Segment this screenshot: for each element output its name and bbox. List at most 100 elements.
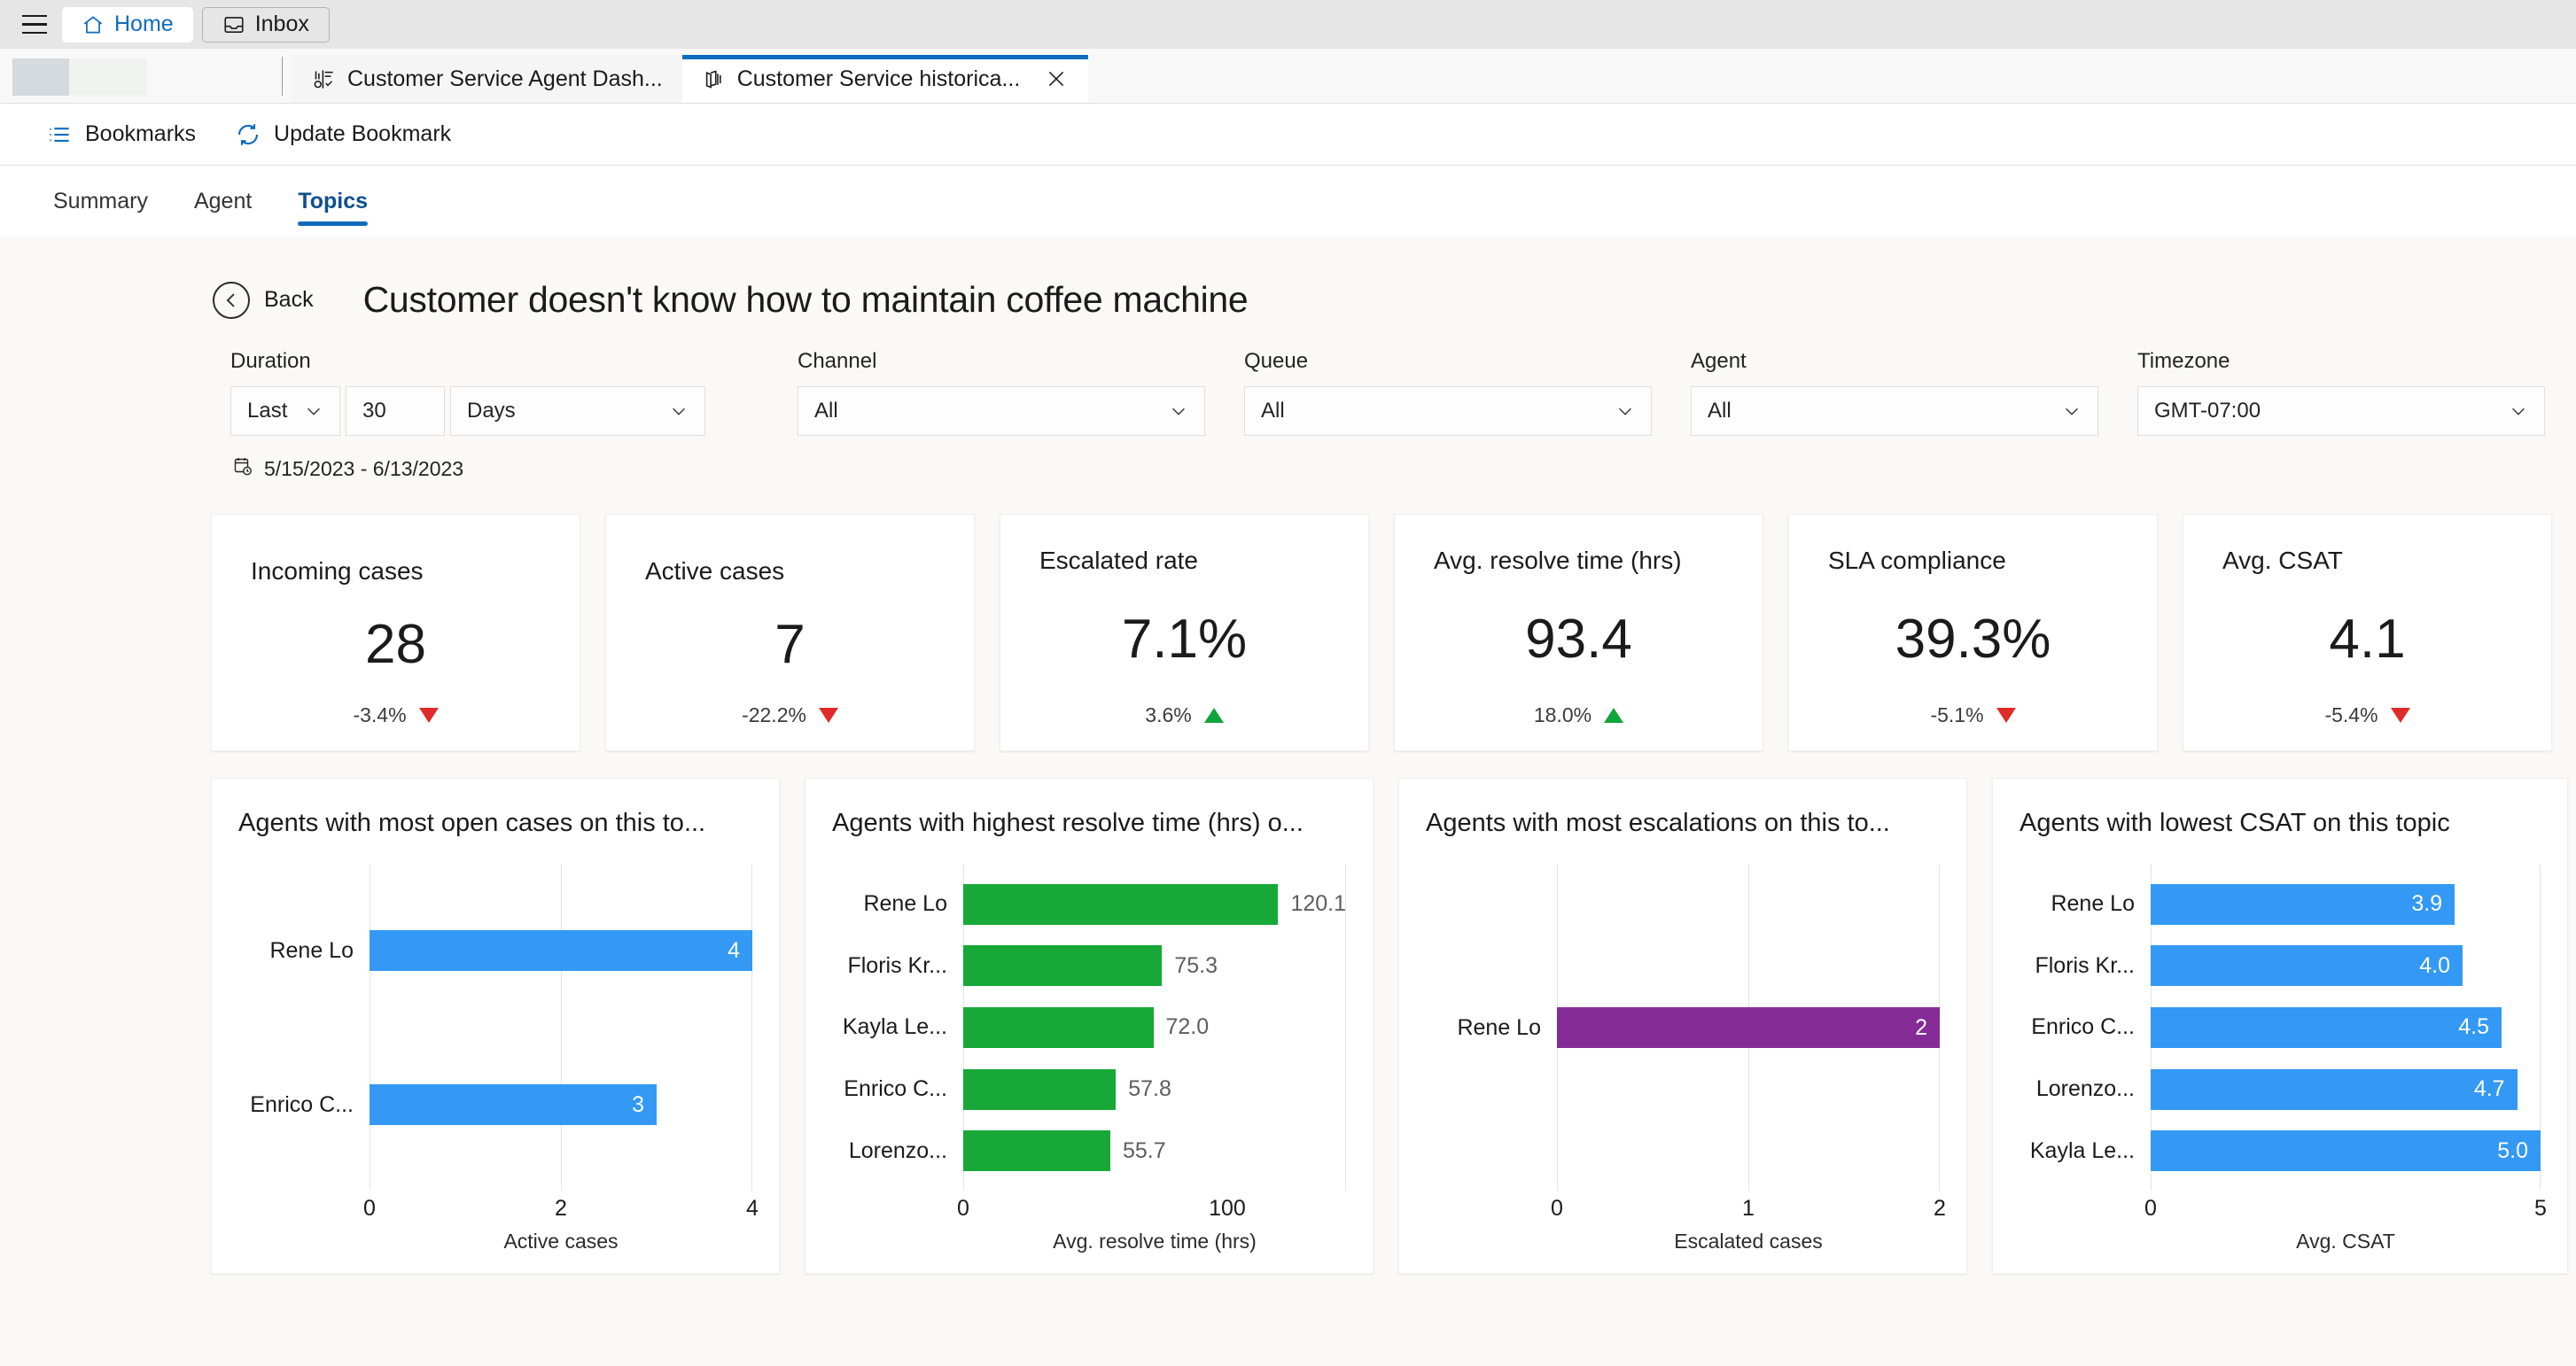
back-button[interactable]: Back bbox=[213, 281, 314, 319]
command-bar: Bookmarks Update Bookmark bbox=[0, 104, 2576, 166]
x-tick-label: 2 bbox=[1934, 1196, 1946, 1221]
duration-unit-value: Days bbox=[467, 399, 516, 423]
page-header: Back Customer doesn't know how to mainta… bbox=[0, 237, 2576, 321]
chart-title: Agents with most escalations on this to.… bbox=[1426, 809, 1890, 837]
channel-select[interactable]: All bbox=[798, 386, 1205, 436]
bar[interactable] bbox=[963, 1130, 1110, 1172]
duration-unit-select[interactable]: Days bbox=[450, 386, 705, 436]
x-axis-title: Avg. resolve time (hrs) bbox=[1053, 1230, 1257, 1253]
bar[interactable]: 4.5 bbox=[2151, 1006, 2502, 1048]
kpi-card: Avg. CSAT 4.1 -5.4% bbox=[2183, 514, 2552, 751]
refresh-icon bbox=[235, 121, 261, 148]
bars-container: 120.1 75.3 72.0 57.8 55.7 bbox=[963, 865, 1346, 1191]
nav-home-label: Home bbox=[114, 12, 174, 36]
close-icon[interactable] bbox=[1044, 66, 1069, 91]
bar-row[interactable]: 4.7 bbox=[2151, 1068, 2541, 1110]
tab-agent[interactable]: Agent bbox=[171, 166, 275, 237]
report-canvas: Back Customer doesn't know how to mainta… bbox=[0, 237, 2576, 1366]
category-label: Kayla Le... bbox=[842, 1014, 947, 1040]
bar[interactable] bbox=[963, 1068, 1117, 1110]
bar[interactable]: 3.9 bbox=[2151, 883, 2455, 925]
tab-label: Customer Service historica... bbox=[736, 66, 1021, 91]
x-axis-title: Avg. CSAT bbox=[2296, 1230, 2395, 1253]
kpi-value: 4.1 bbox=[2329, 609, 2406, 670]
bar-row[interactable]: 4.0 bbox=[2151, 945, 2541, 987]
bar[interactable]: 2 bbox=[1557, 1007, 1940, 1048]
chevron-down-icon bbox=[1619, 407, 1631, 415]
queue-select[interactable]: All bbox=[1244, 386, 1652, 436]
kpi-card: Escalated rate 7.1% 3.6% bbox=[1000, 514, 1369, 751]
bar-row[interactable]: 75.3 bbox=[963, 945, 1346, 987]
bar-row[interactable]: 72.0 bbox=[963, 1006, 1346, 1048]
timezone-select[interactable]: GMT-07:00 bbox=[2137, 386, 2545, 436]
arrow-left-circle-icon bbox=[213, 281, 250, 319]
filter-queue-label: Queue bbox=[1244, 349, 1309, 373]
bar[interactable] bbox=[963, 1006, 1154, 1048]
x-axis: 0 1 2 bbox=[1551, 1191, 1946, 1228]
filter-timezone-label: Timezone bbox=[2137, 349, 2230, 373]
bar-row[interactable]: 120.1 bbox=[963, 883, 1346, 925]
category-label: Kayla Le... bbox=[2029, 1137, 2135, 1163]
x-tick-label: 0 bbox=[957, 1196, 969, 1221]
x-tick-label: 100 bbox=[1209, 1196, 1246, 1221]
kpi-delta-value: -22.2% bbox=[742, 703, 806, 726]
kpi-title: Avg. resolve time (hrs) bbox=[1434, 547, 1682, 574]
bookmarks-button[interactable]: Bookmarks bbox=[46, 121, 196, 148]
duration-relative-select[interactable]: Last bbox=[230, 386, 340, 436]
kpi-delta: 3.6% bbox=[1039, 703, 1329, 727]
nav-home-button[interactable]: Home bbox=[62, 6, 193, 43]
channel-value: All bbox=[814, 399, 838, 423]
kpi-delta-value: 18.0% bbox=[1533, 703, 1592, 726]
bar-value-label: 3.9 bbox=[2411, 891, 2443, 917]
chevron-down-icon bbox=[2066, 407, 2078, 415]
category-label: Rene Lo bbox=[863, 891, 947, 917]
hamburger-icon[interactable] bbox=[16, 6, 53, 43]
x-axis-ticks: 0 100 bbox=[957, 1191, 1346, 1228]
bar-row[interactable]: 4.5 bbox=[2151, 1006, 2541, 1048]
tab-customer-service-historical[interactable]: Customer Service historica... bbox=[681, 55, 1089, 103]
bar-row[interactable]: 57.8 bbox=[963, 1068, 1346, 1110]
bar-value-label: 4.0 bbox=[2419, 952, 2450, 978]
update-bookmark-button[interactable]: Update Bookmark bbox=[235, 121, 451, 148]
bar[interactable]: 4.0 bbox=[2151, 945, 2463, 987]
chevron-down-icon bbox=[2512, 407, 2525, 415]
nav-inbox-button[interactable]: Inbox bbox=[201, 6, 330, 43]
gridlines bbox=[370, 865, 752, 1191]
category-axis: Rene Lo bbox=[1426, 865, 1557, 1191]
placeholder-block-2 bbox=[69, 58, 147, 96]
bars-container: 2 bbox=[1557, 865, 1940, 1191]
bar-value-label: 5.0 bbox=[2497, 1137, 2528, 1163]
tab-topics-label: Topics bbox=[298, 188, 369, 213]
bar-row[interactable]: 5.0 bbox=[2151, 1130, 2541, 1172]
bar-row[interactable]: 3.9 bbox=[2151, 883, 2541, 925]
bar-value-label: 72.0 bbox=[1165, 1014, 1210, 1040]
agent-select[interactable]: All bbox=[1691, 386, 2098, 436]
chart-card: Agents with lowest CSAT on this topic Ren… bbox=[1992, 778, 2568, 1274]
bar[interactable]: 3 bbox=[370, 1084, 657, 1125]
bar[interactable] bbox=[963, 945, 1163, 987]
bar-row[interactable]: 4 bbox=[370, 930, 752, 971]
bar[interactable]: 5.0 bbox=[2151, 1130, 2541, 1172]
update-bookmark-label: Update Bookmark bbox=[274, 121, 452, 146]
bar[interactable]: 4 bbox=[370, 930, 752, 971]
duration-amount-input[interactable]: 30 bbox=[346, 386, 445, 436]
chart-card: Agents with most open cases on this to..… bbox=[211, 778, 780, 1274]
x-tick-label: 0 bbox=[1551, 1196, 1563, 1221]
kpi-card: Avg. resolve time (hrs) 93.4 18.0% bbox=[1394, 514, 1763, 751]
category-label: Enrico C... bbox=[2031, 1014, 2135, 1040]
kpi-delta-value: 3.6% bbox=[1145, 703, 1192, 726]
bar[interactable] bbox=[963, 883, 1279, 925]
category-axis: Rene Lo Enrico C... bbox=[238, 865, 370, 1191]
tab-summary[interactable]: Summary bbox=[30, 166, 171, 237]
bar[interactable]: 4.7 bbox=[2151, 1068, 2518, 1110]
kpi-delta: -3.4% bbox=[251, 703, 541, 727]
bar-row[interactable]: 3 bbox=[370, 1084, 752, 1125]
category-label: Lorenzo... bbox=[2035, 1076, 2135, 1102]
calendar-clock-icon bbox=[232, 455, 253, 482]
x-tick-label: 0 bbox=[2144, 1196, 2157, 1221]
tab-customer-service-agent-dashboard[interactable]: Customer Service Agent Dash... bbox=[292, 55, 682, 103]
bar-row[interactable]: 55.7 bbox=[963, 1130, 1346, 1172]
bar-value-label: 4.5 bbox=[2458, 1014, 2489, 1040]
tab-topics[interactable]: Topics bbox=[275, 166, 391, 237]
bar-row[interactable]: 2 bbox=[1557, 1007, 1940, 1048]
